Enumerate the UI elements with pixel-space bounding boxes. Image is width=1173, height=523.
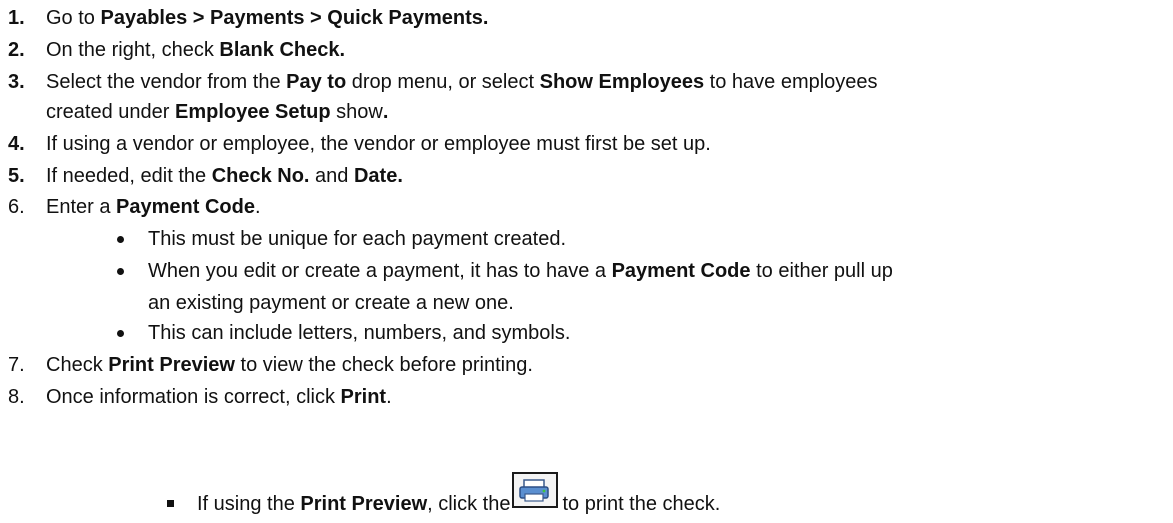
step-text: Go to Payables > Payments > Quick Paymen…	[46, 6, 488, 30]
text-run: If needed, edit the	[46, 165, 212, 187]
bullet-text: When you edit or create a payment, it ha…	[148, 259, 893, 283]
bold-term: Print Preview	[108, 354, 235, 376]
bold-term: Print	[340, 386, 387, 408]
text-run: This must be unique for each payment cre…	[148, 228, 567, 250]
text-run: .	[386, 386, 392, 408]
step-text: Check Print Preview to view the check be…	[46, 353, 533, 377]
step-number: 2.	[8, 39, 25, 61]
step-text: If using a vendor or employee, the vendo…	[46, 132, 711, 156]
printer-icon	[512, 472, 559, 508]
bold-term: Pay to	[286, 71, 347, 93]
bullet-dot-icon	[117, 236, 124, 243]
bold-term: Date.	[353, 165, 403, 187]
bold-term: .	[382, 101, 389, 123]
text-run: , click the	[427, 493, 511, 515]
bold-term: Payables > Payments > Quick Payments.	[100, 7, 489, 29]
step-number: 5.	[8, 165, 25, 187]
text-run: On the right, check	[46, 39, 220, 61]
bold-term: Check No.	[211, 165, 310, 187]
bullet-text: This can include letters, numbers, and s…	[148, 321, 570, 345]
text-run: Go to	[46, 7, 101, 29]
bullet-dot-icon	[117, 268, 124, 275]
step-text: created under Employee Setup show.	[46, 100, 388, 124]
text-run: created under	[46, 101, 175, 123]
text-run: show	[330, 101, 383, 123]
text-run: and	[309, 165, 354, 187]
bold-term: Print Preview	[300, 493, 428, 515]
bold-term: Payment Code	[611, 260, 751, 282]
text-run: When you edit or create a payment, it ha…	[148, 260, 612, 282]
bold-term: Employee Setup	[174, 101, 331, 123]
instruction-document: 1. Go to Payables > Payments > Quick Paym…	[0, 0, 1173, 523]
sub-bullet-text-after: to print the check.	[562, 492, 720, 516]
text-run: an existing payment or create a new one.	[148, 292, 514, 314]
text-run: drop menu, or select	[346, 71, 540, 93]
text-run: Check	[46, 354, 109, 376]
step-number: 4.	[8, 133, 25, 155]
step-number: 1.	[8, 7, 25, 29]
bullet-text: This must be unique for each payment cre…	[148, 227, 566, 251]
step-number: 8.	[8, 386, 25, 408]
bold-term: Payment Code	[116, 196, 255, 218]
step-text: Select the vendor from the Pay to drop m…	[46, 70, 878, 94]
text-run: Select the vendor from the	[46, 71, 287, 93]
text-run: to print the check.	[562, 493, 721, 515]
step-number: 7.	[8, 354, 25, 376]
step-text: Once information is correct, click Print…	[46, 385, 392, 409]
sub-bullet-text: If using the Print Preview, click the	[197, 492, 510, 516]
bold-term: Blank Check.	[219, 39, 346, 61]
bullet-dot-icon	[117, 330, 124, 337]
text-run: to view the check before printing.	[234, 354, 533, 376]
step-text: Enter a Payment Code.	[46, 195, 261, 219]
text-run: If using a vendor or employee, the vendo…	[46, 133, 711, 155]
step-number: 3.	[8, 71, 25, 93]
bullet-square-icon	[167, 500, 174, 507]
text-run: Once information is correct, click	[46, 386, 341, 408]
text-run: .	[254, 196, 261, 218]
step-text: If needed, edit the Check No. and Date.	[46, 164, 403, 188]
bold-term: Show Employees	[539, 71, 705, 93]
bullet-text: an existing payment or create a new one.	[148, 291, 514, 315]
text-run: If using the	[197, 493, 301, 515]
text-run: This can include letters, numbers, and s…	[148, 322, 571, 344]
text-run: to have employees	[704, 71, 878, 93]
text-run: Enter a	[46, 196, 117, 218]
step-text: On the right, check Blank Check.	[46, 38, 345, 62]
text-run: to either pull up	[750, 260, 893, 282]
step-number: 6.	[8, 196, 25, 218]
